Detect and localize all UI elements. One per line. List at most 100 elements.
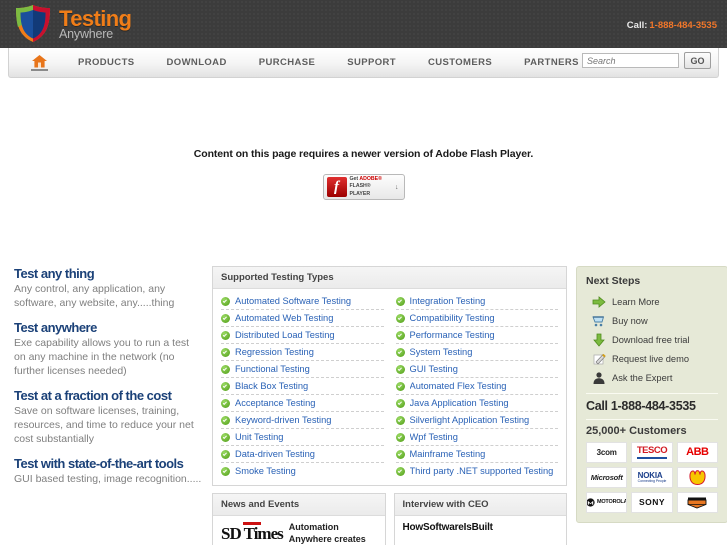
check-circle-icon — [221, 296, 230, 306]
testing-type-link[interactable]: Data-driven Testing — [235, 449, 315, 459]
testing-type-link[interactable]: Smoke Testing — [235, 466, 296, 476]
search-area: GO — [582, 52, 711, 69]
feature-body: GUI based testing, image recognition....… — [14, 472, 202, 485]
feature-body: Save on software licenses, training, res… — [14, 404, 194, 445]
testing-type-link[interactable]: Acceptance Testing — [235, 398, 315, 408]
testing-type-row[interactable]: Automated Web Testing — [221, 310, 384, 327]
nav-item-products[interactable]: PRODUCTS — [62, 57, 151, 68]
customer-logo-tesco: TESCO — [631, 442, 673, 463]
news-panel-body: SD Times Automation Anywhere creates cen… — [213, 516, 385, 545]
shield-logo-icon — [16, 5, 50, 42]
pencil-icon — [593, 353, 606, 365]
search-input[interactable] — [582, 53, 679, 68]
testing-type-row[interactable]: Silverlight Application Testing — [395, 412, 558, 429]
news-headline[interactable]: Automation Anywhere creates center for t… — [289, 522, 377, 545]
check-circle-icon — [221, 449, 230, 459]
testing-type-row[interactable]: Data-driven Testing — [221, 446, 384, 463]
next-step-request-demo[interactable]: Request live demo — [586, 349, 718, 368]
testing-type-link[interactable]: Regression Testing — [235, 347, 314, 357]
call-number[interactable]: 1-888-484-3535 — [649, 20, 717, 31]
check-circle-icon — [221, 313, 230, 323]
interview-headline[interactable]: HowSoftwareIsBuilt — [403, 522, 493, 533]
next-step-download-trial[interactable]: Download free trial — [586, 330, 718, 349]
check-circle-icon — [395, 432, 405, 442]
harley-davidson-icon — [687, 497, 707, 509]
customer-logo-3com: 3com — [586, 442, 628, 463]
testing-type-link[interactable]: GUI Testing — [410, 364, 458, 374]
testing-type-link[interactable]: Distributed Load Testing — [235, 330, 335, 340]
testing-type-row[interactable]: Regression Testing — [221, 344, 384, 361]
customer-logo-abb: ABB — [676, 442, 718, 463]
center-column: Supported Testing Types Automated Softwa… — [212, 266, 567, 545]
check-circle-icon — [395, 296, 405, 306]
testing-type-row[interactable]: Integration Testing — [395, 293, 558, 310]
nav-item-support[interactable]: SUPPORT — [331, 57, 412, 68]
next-step-learn-more[interactable]: Learn More — [586, 292, 718, 311]
testing-type-row[interactable]: Keyword-driven Testing — [221, 412, 384, 429]
logo-text: MOTOROLA — [587, 498, 626, 507]
nav-item-download[interactable]: DOWNLOAD — [151, 57, 243, 68]
check-circle-icon — [221, 381, 230, 391]
search-go-button[interactable]: GO — [684, 52, 711, 69]
testing-type-row[interactable]: Automated Software Testing — [221, 293, 384, 310]
testing-type-link[interactable]: Third party .NET supported Testing — [410, 466, 554, 476]
nav-item-customers[interactable]: CUSTOMERS — [412, 57, 508, 68]
get-adobe-flash-player-button[interactable]: f Get ADOBE® FLASH® PLAYER ↓ — [322, 174, 405, 200]
bottom-news-row: News and Events SD Times Automation Anyw… — [212, 493, 567, 545]
check-circle-icon — [395, 330, 405, 340]
news-and-events-panel: News and Events SD Times Automation Anyw… — [212, 493, 386, 545]
testing-type-row[interactable]: Automated Flex Testing — [395, 378, 558, 395]
feature-block: Test any thing Any control, any applicat… — [14, 266, 203, 311]
interview-panel: Interview with CEO HowSoftwareIsBuilt — [393, 493, 567, 545]
next-step-buy-now[interactable]: Buy now — [586, 311, 718, 330]
customer-logo-harley-davidson — [676, 492, 718, 513]
customer-logo-microsoft: Microsoft — [586, 467, 628, 488]
divider — [586, 419, 718, 420]
testing-type-link[interactable]: Keyword-driven Testing — [235, 415, 331, 425]
testing-type-link[interactable]: Automated Web Testing — [235, 313, 333, 323]
testing-type-row[interactable]: Java Application Testing — [395, 395, 558, 412]
check-circle-icon — [221, 415, 230, 425]
nav-item-purchase[interactable]: PURCHASE — [243, 57, 332, 68]
testing-type-row[interactable]: Mainframe Testing — [395, 446, 558, 463]
testing-type-row[interactable]: Functional Testing — [221, 361, 384, 378]
testing-type-row[interactable]: Wpf Testing — [395, 429, 558, 446]
testing-type-row[interactable]: GUI Testing — [395, 361, 558, 378]
testing-type-row[interactable]: Unit Testing — [221, 429, 384, 446]
testing-type-row[interactable]: Acceptance Testing — [221, 395, 384, 412]
testing-type-link[interactable]: Automated Software Testing — [235, 296, 351, 306]
nav-item-home[interactable] — [31, 54, 48, 71]
check-circle-icon — [395, 347, 405, 357]
next-step-label: Request live demo — [612, 353, 689, 364]
site-logo[interactable]: Testing Anywhere — [14, 4, 132, 43]
testing-type-row[interactable]: System Testing — [395, 344, 558, 361]
testing-type-row[interactable]: Performance Testing — [395, 327, 558, 344]
next-step-ask-expert[interactable]: Ask the Expert — [586, 368, 718, 387]
testing-type-link[interactable]: Black Box Testing — [235, 381, 308, 391]
flash-player-text: FLASH® PLAYER — [349, 183, 371, 197]
home-icon — [32, 54, 47, 67]
testing-type-link[interactable]: Mainframe Testing — [410, 449, 486, 459]
logo-text: TESCO — [636, 446, 668, 459]
testing-type-row[interactable]: Distributed Load Testing — [221, 327, 384, 344]
testing-type-row[interactable]: Smoke Testing — [221, 463, 384, 479]
testing-type-link[interactable]: Silverlight Application Testing — [410, 415, 530, 425]
testing-type-link[interactable]: System Testing — [410, 347, 473, 357]
testing-type-link[interactable]: Integration Testing — [410, 296, 486, 306]
testing-type-link[interactable]: Automated Flex Testing — [410, 381, 507, 391]
main-navigation: PRODUCTS DOWNLOAD PURCHASE SUPPORT CUSTO… — [8, 48, 719, 78]
testing-type-row[interactable]: Third party .NET supported Testing — [395, 463, 559, 479]
testing-type-link[interactable]: Wpf Testing — [410, 432, 458, 442]
sidebar-call-cta[interactable]: Call 1-888-484-3535 — [586, 399, 718, 413]
testing-type-link[interactable]: Compatibility Testing — [410, 313, 495, 323]
testing-types-right-column: Integration Testing Compatibility Testing… — [395, 293, 559, 479]
testing-type-row[interactable]: Compatibility Testing — [395, 310, 558, 327]
testing-type-link[interactable]: Java Application Testing — [410, 398, 509, 408]
testing-type-link[interactable]: Performance Testing — [410, 330, 495, 340]
sdtimes-logo: SD Times — [221, 522, 284, 543]
logo-tagline: Connecting People — [637, 478, 667, 483]
next-steps-sidebar: Next Steps Learn More Buy now Download f… — [576, 266, 727, 523]
testing-type-link[interactable]: Functional Testing — [235, 364, 310, 374]
testing-type-link[interactable]: Unit Testing — [235, 432, 283, 442]
testing-type-row[interactable]: Black Box Testing — [221, 378, 384, 395]
